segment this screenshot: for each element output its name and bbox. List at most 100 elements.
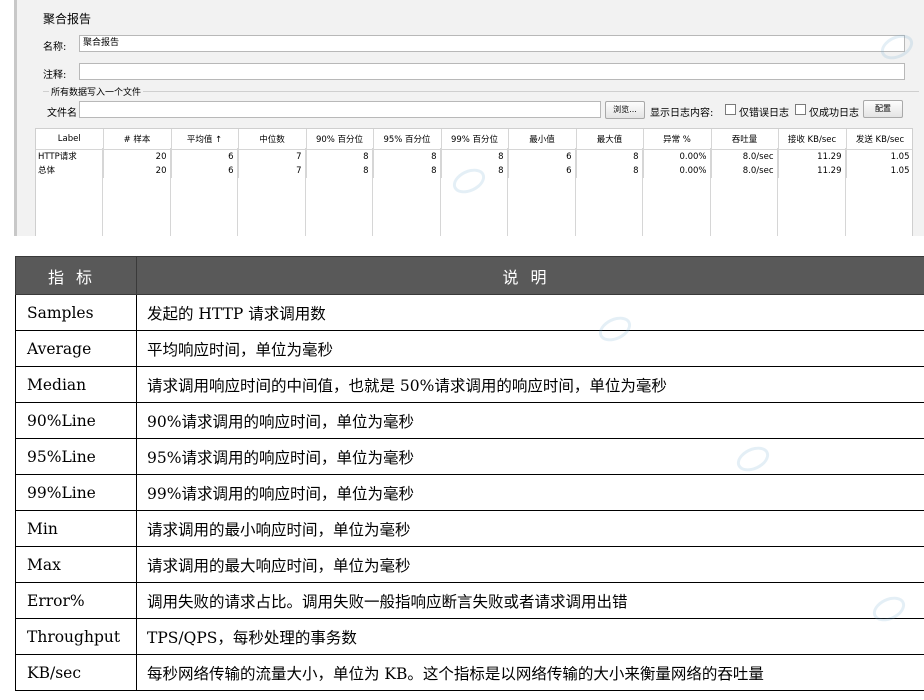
cell-min: 6 xyxy=(508,164,577,178)
metric-name: Samples xyxy=(15,294,137,331)
table-row: Throughput TPS/QPS，每秒处理的事务数 xyxy=(15,618,924,655)
table-row: Max 请求调用的最大响应时间，单位为毫秒 xyxy=(15,546,924,583)
metric-name: Max xyxy=(15,546,137,583)
cell-label: HTTP请求 xyxy=(36,149,104,164)
cell-median: 7 xyxy=(238,149,307,164)
errors-only-label: 仅错误日志 xyxy=(739,108,789,119)
name-field[interactable]: 聚合报告 xyxy=(79,35,905,52)
metric-description: 90%请求调用的响应时间，单位为毫秒 xyxy=(136,402,924,439)
metric-name: Median xyxy=(15,366,137,403)
col-header-min[interactable]: 最小值 xyxy=(508,129,577,150)
metric-name: 99%Line xyxy=(15,474,137,511)
metric-description: 请求调用响应时间的中间值，也就是 50%请求调用的响应时间，单位为毫秒 xyxy=(136,366,924,403)
metric-description: 请求调用的最大响应时间，单位为毫秒 xyxy=(136,546,924,583)
column-divider xyxy=(237,148,238,236)
table-row: Average 平均响应时间，单位为毫秒 xyxy=(15,330,924,367)
configure-button[interactable]: 配置 xyxy=(863,100,903,118)
cell-95-line: 8 xyxy=(373,149,442,164)
cell-throughput: 8.0/sec xyxy=(711,149,779,164)
column-divider xyxy=(845,148,846,236)
cell-90-line: 8 xyxy=(306,149,374,164)
cell-samples: 20 xyxy=(103,149,172,164)
file-group-border xyxy=(43,91,919,92)
table-row: 90%Line 90%请求调用的响应时间，单位为毫秒 xyxy=(15,402,924,439)
col-header-samples[interactable]: # 样本 xyxy=(103,129,172,150)
cell-95-line: 8 xyxy=(373,164,442,178)
col-header-error[interactable]: 异常 % xyxy=(643,129,712,150)
metric-name: 95%Line xyxy=(15,438,137,475)
col-header-throughput[interactable]: 吞吐量 xyxy=(711,129,779,150)
metric-description: TPS/QPS，每秒处理的事务数 xyxy=(136,618,924,655)
table-row: Error% 调用失败的请求占比。调用失败一般指响应断言失败或者请求调用出错 xyxy=(15,582,924,619)
aggregate-report-panel: 聚合报告 名称: 聚合报告 注释: 所有数据写入一个文件 文件名 浏览... 显… xyxy=(14,0,924,236)
column-divider xyxy=(777,148,778,236)
metric-description: 95%请求调用的响应时间，单位为毫秒 xyxy=(136,438,924,475)
filename-label: 文件名 xyxy=(47,108,77,119)
cell-error: 0.00% xyxy=(643,164,712,178)
results-header-row: Label # 样本 平均值 ↑ 中位数 90% 百分位 95% 百分位 99%… xyxy=(36,129,912,150)
metric-column-header: 指标 xyxy=(15,256,137,295)
metric-description: 99%请求调用的响应时间，单位为毫秒 xyxy=(136,474,924,511)
metric-name: Min xyxy=(15,510,137,547)
cell-median: 7 xyxy=(238,164,307,178)
cell-99-line: 8 xyxy=(441,149,509,164)
cell-min: 6 xyxy=(508,149,577,164)
col-header-median[interactable]: 中位数 xyxy=(238,129,307,150)
column-divider xyxy=(642,148,643,236)
column-divider xyxy=(575,148,576,236)
cell-99-line: 8 xyxy=(441,164,509,178)
name-label: 名称: xyxy=(43,42,67,53)
metric-description: 请求调用的最小响应时间，单位为毫秒 xyxy=(136,510,924,547)
description-column-header: 说明 xyxy=(136,256,924,295)
metrics-table: 指标 说明 Samples 发起的 HTTP 请求调用数 Average 平均响应时… xyxy=(15,256,924,691)
table-row: 99%Line 99%请求调用的响应时间，单位为毫秒 xyxy=(15,474,924,511)
cell-label: 总体 xyxy=(36,164,104,178)
filename-field[interactable] xyxy=(79,101,601,118)
metric-name: Average xyxy=(15,330,137,367)
success-only-label: 仅成功日志 xyxy=(809,108,859,119)
table-row: Median 请求调用响应时间的中间值，也就是 50%请求调用的响应时间，单位为毫… xyxy=(15,366,924,403)
errors-only-checkbox[interactable] xyxy=(725,104,736,115)
table-row: Samples 发起的 HTTP 请求调用数 xyxy=(15,294,924,331)
table-row[interactable]: HTTP请求 20 6 7 8 8 8 6 8 0.00% 8.0/sec 11… xyxy=(36,149,912,164)
cell-received: 11.29 xyxy=(778,149,847,164)
cell-average: 6 xyxy=(171,149,239,164)
panel-title: 聚合报告 xyxy=(43,12,92,26)
col-header-95-line[interactable]: 95% 百分位 xyxy=(373,129,442,150)
table-row: 95%Line 95%请求调用的响应时间，单位为毫秒 xyxy=(15,438,924,475)
col-header-99-line[interactable]: 99% 百分位 xyxy=(441,129,509,150)
results-table: Label # 样本 平均值 ↑ 中位数 90% 百分位 95% 百分位 99%… xyxy=(35,128,913,236)
file-group-title: 所有数据写入一个文件 xyxy=(49,85,144,98)
col-header-label[interactable]: Label xyxy=(36,129,104,150)
metric-name: KB/sec xyxy=(15,654,137,691)
column-divider xyxy=(507,148,508,236)
col-header-max[interactable]: 最大值 xyxy=(576,129,644,150)
comment-label: 注释: xyxy=(43,70,67,81)
table-row[interactable]: 总体 20 6 7 8 8 8 6 8 0.00% 8.0/sec 11.29 … xyxy=(36,164,912,178)
cell-average: 6 xyxy=(171,164,239,178)
column-divider xyxy=(372,148,373,236)
col-header-average[interactable]: 平均值 ↑ xyxy=(171,129,239,150)
metric-name: Error% xyxy=(15,582,137,619)
cell-sent: 1.05 xyxy=(846,164,912,178)
cell-90-line: 8 xyxy=(306,164,374,178)
cell-samples: 20 xyxy=(103,164,172,178)
metric-name: 90%Line xyxy=(15,402,137,439)
comment-field[interactable] xyxy=(79,63,905,80)
col-header-90-line[interactable]: 90% 百分位 xyxy=(306,129,374,150)
metric-description: 调用失败的请求占比。调用失败一般指响应断言失败或者请求调用出错 xyxy=(136,582,924,619)
cell-error: 0.00% xyxy=(643,149,712,164)
cell-sent: 1.05 xyxy=(846,149,912,164)
metric-description: 平均响应时间，单位为毫秒 xyxy=(136,330,924,367)
column-divider xyxy=(305,148,306,236)
column-divider xyxy=(710,148,711,236)
metric-description: 每秒网络传输的流量大小，单位为 KB。这个指标是以网络传输的大小来衡量网络的吞吐… xyxy=(136,654,924,691)
col-header-received[interactable]: 接收 KB/sec xyxy=(778,129,847,150)
log-content-label: 显示日志内容: xyxy=(650,108,714,119)
col-header-sent[interactable]: 发送 KB/sec xyxy=(846,129,912,150)
browse-button[interactable]: 浏览... xyxy=(605,101,645,119)
metric-name: Throughput xyxy=(15,618,137,655)
column-divider xyxy=(102,148,103,236)
metric-description: 发起的 HTTP 请求调用数 xyxy=(136,294,924,331)
success-only-checkbox[interactable] xyxy=(795,104,806,115)
